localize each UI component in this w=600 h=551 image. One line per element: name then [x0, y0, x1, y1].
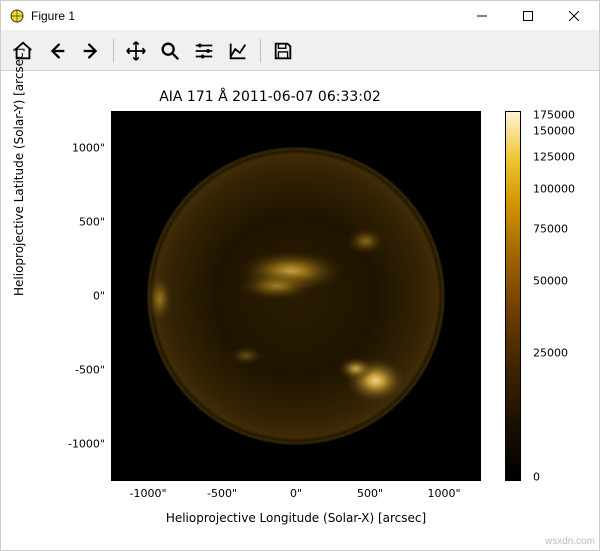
plot-area: AIA 171 Å 2011-06-07 06:33:02	[1, 71, 599, 550]
save-button[interactable]	[267, 35, 299, 67]
x-tick: -1000"	[129, 487, 166, 500]
x-tick: -500"	[207, 487, 237, 500]
toolbar	[1, 31, 599, 71]
zoom-icon	[159, 40, 181, 62]
colorbar-tick: 0	[533, 471, 540, 484]
colorbar-tick: 25000	[533, 347, 568, 360]
forward-button[interactable]	[75, 35, 107, 67]
save-icon	[272, 40, 294, 62]
colorbar-tick: 50000	[533, 275, 568, 288]
separator	[113, 39, 114, 63]
y-tick: 500"	[79, 216, 105, 229]
sun-image	[112, 112, 480, 480]
close-icon	[569, 11, 579, 21]
configure-button[interactable]	[188, 35, 220, 67]
y-tick: -1000"	[68, 438, 105, 451]
back-icon	[46, 40, 68, 62]
zoom-button[interactable]	[154, 35, 186, 67]
x-tick: 0"	[290, 487, 302, 500]
x-tick: 500"	[357, 487, 383, 500]
chart-title: AIA 171 Å 2011-06-07 06:33:02	[1, 89, 539, 105]
pan-icon	[125, 40, 147, 62]
colorbar-tick: 100000	[533, 183, 575, 196]
window-title: Figure 1	[31, 9, 459, 23]
axes-icon	[227, 40, 249, 62]
watermark: wsxdn.com	[545, 536, 595, 547]
app-icon	[9, 8, 25, 24]
x-tick: 1000"	[427, 487, 460, 500]
minimize-icon	[477, 11, 487, 21]
app-window: Figure 1	[0, 0, 600, 551]
pan-button[interactable]	[120, 35, 152, 67]
forward-icon	[80, 40, 102, 62]
close-button[interactable]	[551, 1, 597, 31]
colorbar-tick: 175000	[533, 109, 575, 122]
sliders-icon	[193, 40, 215, 62]
x-axis-label: Helioprojective Longitude (Solar-X) [arc…	[111, 511, 481, 525]
axes-button[interactable]	[222, 35, 254, 67]
minimize-button[interactable]	[459, 1, 505, 31]
colorbar-tick: 75000	[533, 223, 568, 236]
colorbar-tick: 150000	[533, 125, 575, 138]
y-tick: -500"	[75, 364, 105, 377]
colorbar[interactable]	[505, 111, 521, 481]
back-button[interactable]	[41, 35, 73, 67]
titlebar: Figure 1	[1, 1, 599, 31]
colorbar-tick: 125000	[533, 151, 575, 164]
maximize-icon	[523, 11, 533, 21]
y-axis-label: Helioprojective Latitude (Solar-Y) [arcs…	[12, 48, 26, 296]
separator	[260, 39, 261, 63]
y-tick: 0"	[93, 290, 105, 303]
maximize-button[interactable]	[505, 1, 551, 31]
image-plot[interactable]	[111, 111, 481, 481]
y-tick: 1000"	[72, 142, 105, 155]
